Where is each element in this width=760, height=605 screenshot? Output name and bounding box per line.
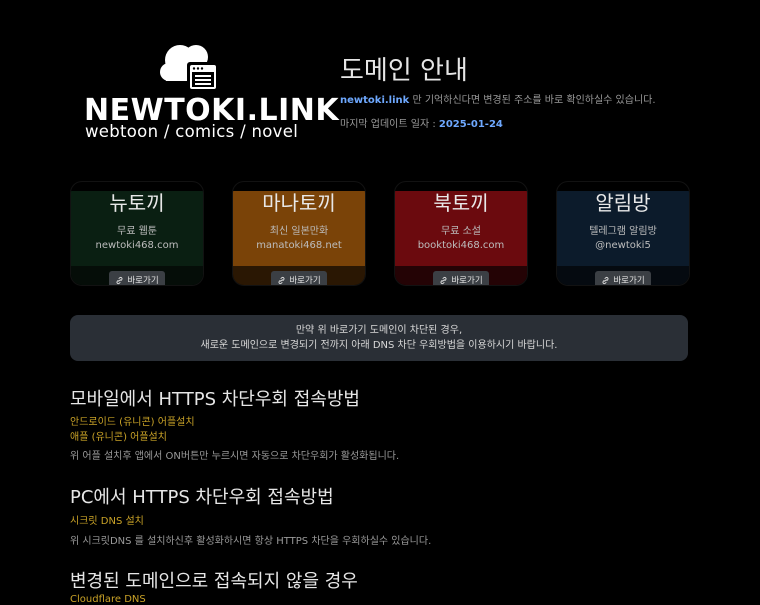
card-subtitle: 무료 웹툰 xyxy=(117,226,157,237)
intro-message: 만 기억하신다면 변경된 주소를 바로 확인하실수 있습니다. xyxy=(409,95,656,106)
go-button-label: 바로가기 xyxy=(613,276,645,286)
card-body: 뉴토끼 무료 웹툰 newtoki468.com xyxy=(71,191,203,266)
card-notice-channel: 알림방 텔레그램 알림방 @newtoki5 바로가기 xyxy=(556,181,690,286)
site-logo[interactable]: NEWTOKI.LINK webtoon / comics / novel xyxy=(84,42,339,142)
go-button-newtoki[interactable]: 바로가기 xyxy=(109,271,165,286)
card-title: 뉴토끼 xyxy=(109,191,165,215)
card-subtitle: 텔레그램 알림방 xyxy=(589,226,657,237)
card-title: 북토끼 xyxy=(433,191,489,215)
ios-app-link[interactable]: 애플 (유니콘) 어플설치 xyxy=(70,428,167,443)
card-url: newtoki468.com xyxy=(95,240,179,251)
link-icon xyxy=(278,276,285,284)
page-title: 도메인 안내 xyxy=(340,56,468,86)
updated-date: 2025-01-24 xyxy=(438,119,503,130)
go-button-label: 바로가기 xyxy=(127,276,159,286)
link-icon xyxy=(116,276,123,284)
last-updated: 마지막 업데이트 일자 : 2025-01-24 xyxy=(340,115,503,130)
card-footer: 바로가기 xyxy=(233,266,365,286)
android-app-link[interactable]: 안드로이드 (유니콘) 어플설치 xyxy=(70,413,195,428)
go-button-manatoki[interactable]: 바로가기 xyxy=(271,271,327,286)
updated-label: 마지막 업데이트 일자 : xyxy=(340,119,439,130)
notice-line-2: 새로운 도메인으로 변경되기 전까지 아래 DNS 차단 우회방법을 이용하시기… xyxy=(200,340,558,351)
mobile-section-desc: 위 어플 설치후 앱에서 ON버튼만 누르시면 자동으로 차단우회가 활성화됩니… xyxy=(70,451,400,462)
go-button-label: 바로가기 xyxy=(451,276,483,286)
card-booktoki: 북토끼 무료 소설 booktoki468.com 바로가기 xyxy=(394,181,528,286)
intro-domain: newtoki.link xyxy=(340,95,410,106)
card-footer: 바로가기 xyxy=(395,266,527,286)
pc-section-title: PC에서 HTTPS 차단우회 접속방법 xyxy=(70,487,334,508)
card-subtitle: 무료 소설 xyxy=(441,226,481,237)
mobile-section-title: 모바일에서 HTTPS 차단우회 접속방법 xyxy=(70,389,360,410)
cloud-window-icon xyxy=(160,45,219,92)
card-url: @newtoki5 xyxy=(595,240,651,251)
card-url: booktoki468.com xyxy=(417,240,505,251)
pc-section-desc: 위 시크릿DNS 를 설치하신후 활성화하시면 항상 HTTPS 차단을 우회하… xyxy=(70,536,432,547)
logo-tagline: webtoon / comics / novel xyxy=(85,122,299,141)
card-footer: 바로가기 xyxy=(557,266,689,286)
card-title: 마나토끼 xyxy=(262,191,336,215)
card-newtoki: 뉴토끼 무료 웹툰 newtoki468.com 바로가기 xyxy=(70,181,204,286)
card-title: 알림방 xyxy=(595,191,651,215)
card-body: 마나토끼 최신 일본만화 manatoki468.net xyxy=(233,191,365,266)
dns-notice: 만약 위 바로가기 도메인이 차단된 경우, 새로운 도메인으로 변경되기 전까… xyxy=(70,315,688,361)
card-manatoki: 마나토끼 최신 일본만화 manatoki468.net 바로가기 xyxy=(232,181,366,286)
card-footer: 바로가기 xyxy=(71,266,203,286)
card-body: 북토끼 무료 소설 booktoki468.com xyxy=(395,191,527,266)
link-icon xyxy=(602,276,609,284)
notice-line-1: 만약 위 바로가기 도메인이 차단된 경우, xyxy=(295,325,463,336)
card-subtitle: 최신 일본만화 xyxy=(269,226,329,237)
secret-dns-link[interactable]: 시크릿 DNS 설치 xyxy=(70,512,144,527)
go-button-label: 바로가기 xyxy=(289,276,321,286)
card-url: manatoki468.net xyxy=(256,240,342,251)
fallback-section-title: 변경된 도메인으로 접속되지 않을 경우 xyxy=(70,571,358,592)
go-button-booktoki[interactable]: 바로가기 xyxy=(433,271,489,286)
card-body: 알림방 텔레그램 알림방 @newtoki5 xyxy=(557,191,689,266)
intro-text: newtoki.link 만 기억하신다면 변경된 주소를 바로 확인하실수 있… xyxy=(340,91,656,106)
go-button-notice-channel[interactable]: 바로가기 xyxy=(595,271,651,286)
link-icon xyxy=(440,276,447,284)
